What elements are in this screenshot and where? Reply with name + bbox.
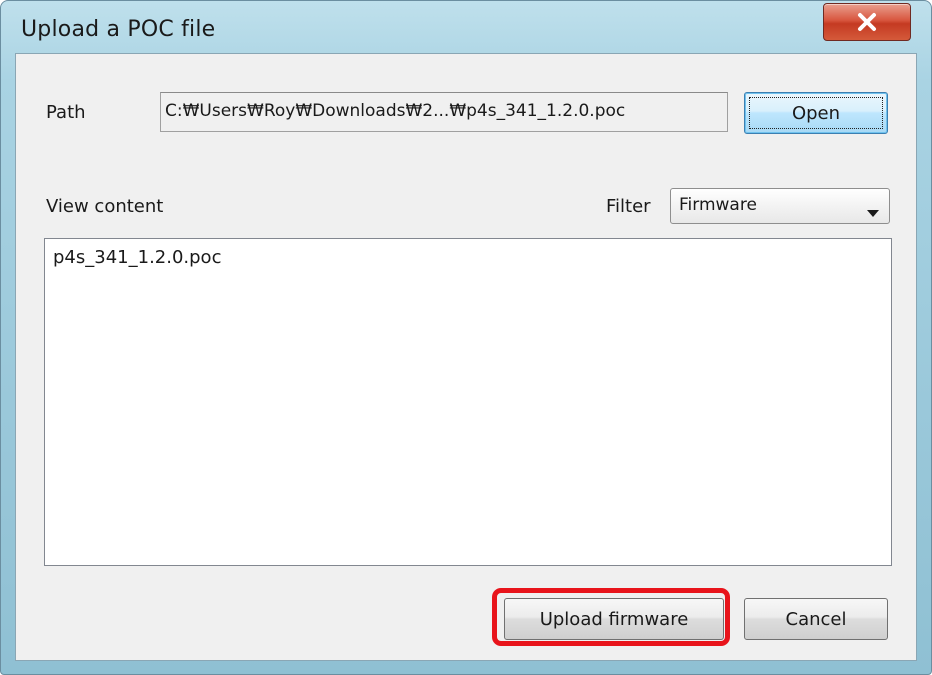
- dialog-body: Path C:₩Users₩Roy₩Downloads₩2...₩p4s_341…: [15, 53, 917, 661]
- focus-indicator: [749, 97, 883, 129]
- close-button[interactable]: [823, 3, 911, 41]
- content-list[interactable]: p4s_341_1.2.0.poc: [44, 238, 892, 566]
- path-label: Path: [46, 102, 86, 123]
- view-content-label: View content: [46, 196, 164, 217]
- list-item[interactable]: p4s_341_1.2.0.poc: [53, 247, 221, 268]
- filter-select[interactable]: Firmware: [670, 188, 890, 224]
- close-x-icon: [824, 4, 910, 40]
- filter-selected-value: Firmware: [679, 195, 757, 215]
- chevron-down-icon: [867, 203, 879, 223]
- open-button[interactable]: Open: [744, 92, 888, 134]
- upload-firmware-button[interactable]: Upload firmware: [504, 598, 724, 640]
- title-bar[interactable]: Upload a POC file: [1, 1, 931, 53]
- path-field[interactable]: C:₩Users₩Roy₩Downloads₩2...₩p4s_341_1.2.…: [160, 92, 728, 132]
- cancel-button[interactable]: Cancel: [744, 598, 888, 640]
- filter-label: Filter: [606, 196, 651, 217]
- cancel-label: Cancel: [785, 608, 847, 630]
- window-title: Upload a POC file: [21, 17, 216, 42]
- upload-poc-dialog: Upload a POC file Path C:₩Users₩Roy₩Down…: [0, 0, 932, 675]
- upload-firmware-label: Upload firmware: [539, 608, 689, 630]
